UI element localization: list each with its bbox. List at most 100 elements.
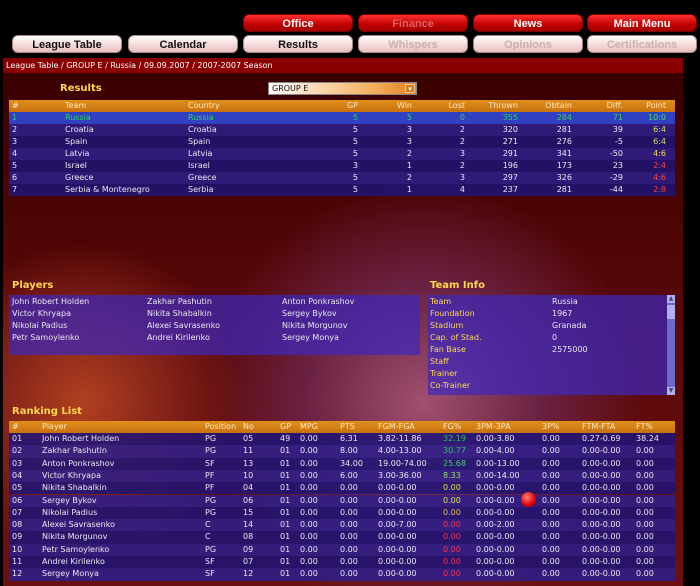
player-name[interactable]: Nikolai Padius [12,321,67,331]
table-row[interactable]: 01 John Robert Holden PG 05 49 0.00 6.31 3.82-1… [9,433,675,446]
table-row[interactable]: 12 Sergey Monya SF 12 01 0.00 0.00 0.00-0.00 0.0… [9,568,675,581]
cell-mpg: 0.00 [300,544,318,554]
table-row[interactable]: 03 Anton Ponkrashov SF 13 01 0.00 34.00 19.00-7… [9,457,675,470]
cell-#: 1 [12,113,18,122]
column-header[interactable]: FG% [443,422,461,432]
team-info-scrollbar[interactable]: ▲ ▼ [667,295,675,395]
nav-button-league-table[interactable]: League Table [12,35,122,53]
table-row[interactable]: 11 Andrei Kirilenko SF 07 01 0.00 0.00 0.00-0.0… [9,556,675,569]
cell-player: Anton Ponkrashov [42,458,115,468]
nav-button-calendar[interactable]: Calendar [128,35,238,53]
nav-button-certifications[interactable]: Certifications [587,35,697,53]
cell-lost: 3 [459,149,465,158]
table-row[interactable]: 1 Russia Russia 5 5 0 355 284 71 10:0 [9,112,675,124]
player-name[interactable]: Nikita Morgunov [282,321,347,331]
player-name[interactable]: Andrei Kirilenko [147,333,210,343]
team-info-value: 2575000 [552,345,588,354]
table-row[interactable]: 07 Nikolai Padius PG 15 01 0.00 0.00 0.00-0.00 0… [9,506,675,520]
cell-gp: 3 [352,161,358,170]
cell-thrown: 271 [502,137,518,146]
player-name[interactable]: Anton Ponkrashov [282,297,354,307]
cell-#: 10 [12,544,23,554]
cell-mpg: 0.00 [300,557,318,566]
team-info-list: ▲ ▼ Team Russia Foundation 1967 Stadium Granad… [428,295,675,395]
table-row[interactable]: 4 Latvia Latvia 5 2 3 291 341 -50 4:6 [9,148,675,160]
cell-player: Petr Samoylenko [42,544,110,554]
column-header[interactable]: Country [188,101,220,111]
player-name[interactable]: Petr Samoylenko [12,333,79,343]
table-row[interactable]: 6 Greece Greece 5 2 3 297 326 -29 4:6 [9,172,675,184]
ranking-header: # Player Position No GP MPG PTS FGM-FGA FG% 3PM-3… [9,421,675,433]
player-name[interactable]: John Robert Holden [12,297,89,307]
column-header[interactable]: Point [646,101,666,111]
column-header[interactable]: No [243,422,254,432]
cell-#: 06 [12,495,23,505]
cell-mpg: 0.00 [300,495,318,505]
table-row[interactable]: 09 Nikita Morgunov C 08 01 0.00 0.00 0.00-0.00 0… [9,531,675,544]
column-header[interactable]: Lost [448,101,465,111]
column-header[interactable]: # [12,101,19,111]
player-name[interactable]: Victor Khryapa [12,309,71,319]
dropdown-arrow-icon[interactable]: ▾ [405,84,415,93]
table-row[interactable]: 5 Israel Israel 3 1 2 196 173 23 2:4 [9,160,675,172]
cell-ftmfta: 0.00-0.00 [582,495,621,505]
column-header[interactable]: 3PM-3PA [476,422,511,432]
cell-3pm3pa: 0.00-13.00 [476,458,520,468]
table-row[interactable]: 05 Nikita Shabalkin PF 04 01 0.00 0.00 0.00-0.0… [9,482,675,495]
table-row[interactable]: 7 Serbia & Montenegro Serbia 5 1 4 237 281 -44 2:… [9,184,675,196]
column-header[interactable]: FGM-FGA [378,422,415,432]
scroll-up-icon[interactable]: ▲ [667,295,675,303]
player-name[interactable]: Nikita Shabalkin [147,309,212,319]
table-row[interactable]: 02 Zakhar Pashutin PG 11 01 0.00 8.00 4.00-13.0… [9,445,675,458]
table-row[interactable]: 08 Alexei Savrasenko C 14 01 0.00 0.00 0.00-7.0… [9,519,675,532]
cell-pts: 6.31 [340,434,358,443]
table-row[interactable]: 06 Sergey Bykov PG 06 01 0.00 0.00 0.00-0.00 0.0… [9,494,675,507]
cell-fg: 32.19 [443,434,466,443]
nav-button-main-menu[interactable]: Main Menu [587,14,697,32]
column-header[interactable]: FT% [636,422,653,432]
column-header[interactable]: MPG [300,422,318,432]
column-header[interactable]: Obtain [545,101,572,111]
column-header[interactable]: Win [397,101,412,111]
column-header[interactable]: Player [42,422,67,432]
column-header[interactable]: FTM-FTA [582,422,615,432]
cell-ft: 38.24 [636,434,659,443]
column-header[interactable]: Team [65,101,86,111]
nav-button-news[interactable]: News [473,14,583,32]
table-row[interactable]: 04 Victor Khryapa PF 10 01 0.00 6.00 3.00-36.00… [9,469,675,483]
column-header[interactable]: Diff. [607,101,623,111]
nav-button-whispers[interactable]: Whispers [358,35,468,53]
player-name[interactable]: Zakhar Pashutin [147,297,212,307]
nav-button-office[interactable]: Office [243,14,353,32]
column-header[interactable]: 3P% [542,422,560,432]
column-header[interactable]: GP [347,101,358,111]
table-row[interactable]: 2 Croatia Croatia 5 3 2 320 281 39 6:4 [9,124,675,136]
cell-#: 6 [12,173,18,182]
nav-button-finance[interactable]: Finance [358,14,468,32]
column-header[interactable]: PTS [340,422,355,432]
group-select[interactable]: GROUP E ▾ [268,82,417,95]
record-icon [521,492,536,507]
cell-gp: 01 [280,495,291,505]
table-row[interactable]: 3 Spain Spain 5 3 2 271 276 -5 6:4 [9,136,675,148]
cell-win: 2 [406,149,412,158]
nav-button-opinions[interactable]: Opinions [473,35,583,53]
cell-team: Israel [65,161,87,170]
cell-3p: 0.00 [542,507,560,517]
scroll-thumb[interactable] [667,305,675,319]
player-name[interactable]: Sergey Monya [282,333,339,343]
cell-point: 2:8 [653,185,666,194]
column-header[interactable]: Thrown [488,101,518,111]
cell-diff: -5 [615,137,623,146]
cell-no: 09 [243,544,254,554]
player-name[interactable]: Sergey Bykov [282,309,337,319]
column-header[interactable]: Position [205,422,236,432]
scroll-down-icon[interactable]: ▼ [667,387,675,395]
table-row[interactable]: 10 Petr Samoylenko PG 09 01 0.00 0.00 0.00-0.00… [9,543,675,556]
column-header[interactable]: GP [280,422,291,432]
nav-button-results[interactable]: Results [243,35,353,53]
cell-#: 2 [12,125,18,134]
cell-mpg: 0.00 [300,458,318,468]
column-header[interactable]: # [12,422,19,432]
player-name[interactable]: Alexei Savrasenko [147,321,220,331]
